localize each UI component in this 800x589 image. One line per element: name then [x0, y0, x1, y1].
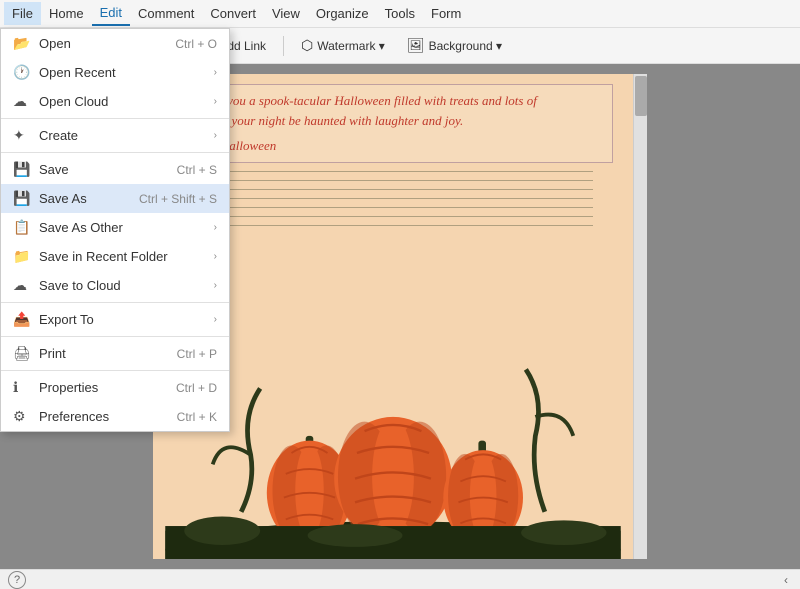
menu-home[interactable]: Home: [41, 2, 92, 25]
save-other-icon: 📋: [13, 219, 31, 236]
open-icon: 📂: [13, 35, 31, 52]
properties-icon: ℹ: [13, 379, 31, 396]
open-label: Open: [39, 36, 167, 51]
watermark-label: Watermark ▾: [317, 39, 385, 53]
menu-item-properties[interactable]: ℹ Properties Ctrl + D: [1, 373, 229, 402]
menu-file[interactable]: File: [4, 2, 41, 25]
line-2: [193, 180, 593, 181]
create-icon: ✦: [13, 127, 31, 144]
main-layout: 📂 Open Ctrl + O 🕐 Open Recent › ☁ Open C…: [0, 64, 800, 569]
menu-item-create[interactable]: ✦ Create ›: [1, 121, 229, 150]
menu-item-save-cloud[interactable]: ☁ Save to Cloud ›: [1, 271, 229, 300]
menu-edit[interactable]: Edit: [92, 1, 130, 26]
separator-3: [1, 302, 229, 303]
watermark-icon: ⬡: [301, 37, 313, 54]
bottom-bar: ? ‹: [0, 569, 800, 589]
menu-comment[interactable]: Comment: [130, 2, 202, 25]
menu-organize[interactable]: Organize: [308, 2, 377, 25]
save-icon: 💾: [13, 161, 31, 178]
open-recent-arrow: ›: [214, 67, 217, 78]
text-line-1: Wishing you a spook-tacular Halloween fi…: [182, 91, 604, 111]
toolbar-separator-1: [283, 36, 284, 56]
open-shortcut: Ctrl + O: [175, 37, 217, 51]
save-as-other-label: Save As Other: [39, 220, 210, 235]
menu-tools[interactable]: Tools: [377, 2, 423, 25]
menu-item-open-recent[interactable]: 🕐 Open Recent ›: [1, 58, 229, 87]
line-3: [193, 189, 593, 190]
page-lines: [173, 171, 613, 226]
recent-icon: 🕐: [13, 64, 31, 81]
scrollbar[interactable]: [633, 74, 647, 559]
print-label: Print: [39, 346, 169, 361]
save-label: Save: [39, 162, 169, 177]
save-shortcut: Ctrl + S: [177, 163, 217, 177]
save-as-icon: 💾: [13, 190, 31, 207]
menu-view[interactable]: View: [264, 2, 308, 25]
save-recent-icon: 📁: [13, 248, 31, 265]
background-button[interactable]: 🖼 Background ▾: [398, 32, 511, 59]
export-icon: 📤: [13, 311, 31, 328]
line-5: [193, 207, 593, 208]
preferences-icon: ⚙: [13, 408, 31, 425]
preferences-shortcut: Ctrl + K: [177, 410, 217, 424]
menu-form[interactable]: Form: [423, 2, 469, 25]
preferences-label: Preferences: [39, 409, 169, 424]
menu-item-export[interactable]: 📤 Export To ›: [1, 305, 229, 334]
separator-4: [1, 336, 229, 337]
menu-item-save-recent[interactable]: 📁 Save in Recent Folder ›: [1, 242, 229, 271]
separator-5: [1, 370, 229, 371]
print-shortcut: Ctrl + P: [177, 347, 217, 361]
open-cloud-label: Open Cloud: [39, 94, 210, 109]
scroll-thumb[interactable]: [635, 76, 647, 116]
export-arrow: ›: [214, 314, 217, 325]
create-label: Create: [39, 128, 210, 143]
separator-2: [1, 152, 229, 153]
menu-bar: File Home Edit Comment Convert View Orga…: [0, 0, 800, 28]
text-line-3: Happy Halloween: [182, 136, 604, 156]
background-icon: 🖼: [407, 37, 425, 54]
save-as-shortcut: Ctrl + Shift + S: [139, 192, 217, 206]
background-label: Background ▾: [429, 39, 502, 53]
file-dropdown-menu: 📂 Open Ctrl + O 🕐 Open Recent › ☁ Open C…: [0, 28, 230, 432]
open-cloud-arrow: ›: [214, 96, 217, 107]
cloud-open-icon: ☁: [13, 93, 31, 110]
help-button[interactable]: ?: [8, 571, 26, 589]
menu-item-save-as-other[interactable]: 📋 Save As Other ›: [1, 213, 229, 242]
line-4: [193, 198, 593, 199]
properties-label: Properties: [39, 380, 168, 395]
line-6: [193, 216, 593, 217]
print-icon: 🖨: [13, 345, 31, 362]
menu-item-save-as[interactable]: 💾 Save As Ctrl + Shift + S: [1, 184, 229, 213]
watermark-button[interactable]: ⬡ Watermark ▾: [292, 32, 394, 59]
prev-page-button[interactable]: ‹: [780, 571, 792, 589]
save-other-arrow: ›: [214, 222, 217, 233]
menu-item-print[interactable]: 🖨 Print Ctrl + P: [1, 339, 229, 368]
cloud-save-icon: ☁: [13, 277, 31, 294]
separator-1: [1, 118, 229, 119]
menu-convert[interactable]: Convert: [202, 2, 264, 25]
menu-item-preferences[interactable]: ⚙ Preferences Ctrl + K: [1, 402, 229, 431]
save-recent-label: Save in Recent Folder: [39, 249, 210, 264]
line-7: [193, 225, 593, 226]
menu-item-save[interactable]: 💾 Save Ctrl + S: [1, 155, 229, 184]
save-as-label: Save As: [39, 191, 131, 206]
create-arrow: ›: [214, 130, 217, 141]
text-box: Wishing you a spook-tacular Halloween fi…: [173, 84, 613, 163]
save-cloud-arrow: ›: [214, 280, 217, 291]
export-label: Export To: [39, 312, 210, 327]
menu-item-open-cloud[interactable]: ☁ Open Cloud ›: [1, 87, 229, 116]
properties-shortcut: Ctrl + D: [176, 381, 217, 395]
save-recent-arrow: ›: [214, 251, 217, 262]
menu-item-open[interactable]: 📂 Open Ctrl + O: [1, 29, 229, 58]
line-1: [193, 171, 593, 172]
open-recent-label: Open Recent: [39, 65, 210, 80]
text-line-2: fun. May your night be haunted with laug…: [182, 111, 604, 131]
save-cloud-label: Save to Cloud: [39, 278, 210, 293]
